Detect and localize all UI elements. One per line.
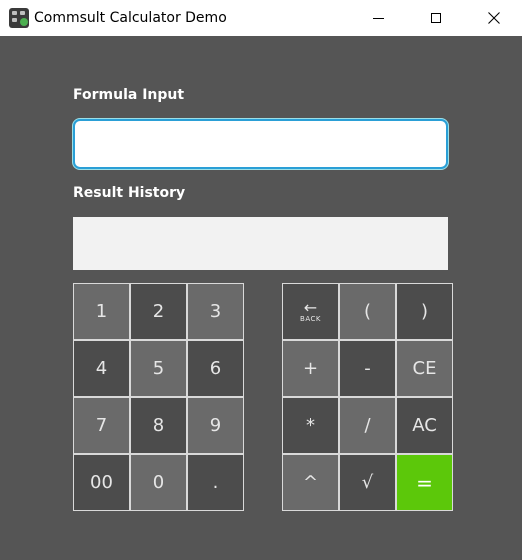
back-button[interactable]: ← BACK bbox=[282, 283, 339, 340]
key-4[interactable]: 4 bbox=[73, 340, 130, 397]
window-title: Commsult Calculator Demo bbox=[34, 10, 227, 26]
key-1[interactable]: 1 bbox=[73, 283, 130, 340]
key-5[interactable]: 5 bbox=[130, 340, 187, 397]
key-8[interactable]: 8 bbox=[130, 397, 187, 454]
title-bar: Commsult Calculator Demo bbox=[0, 0, 522, 36]
key-divide[interactable]: / bbox=[339, 397, 396, 454]
key-minus[interactable]: - bbox=[339, 340, 396, 397]
key-open-paren[interactable]: ( bbox=[339, 283, 396, 340]
formula-input[interactable] bbox=[73, 119, 448, 169]
maximize-button[interactable] bbox=[413, 0, 459, 36]
key-3[interactable]: 3 bbox=[187, 283, 244, 340]
key-2[interactable]: 2 bbox=[130, 283, 187, 340]
calculator-app-icon bbox=[9, 8, 29, 28]
key-sqrt[interactable]: √ bbox=[339, 454, 396, 511]
minimize-button[interactable] bbox=[355, 0, 401, 36]
number-pad: 1 2 3 4 5 6 7 8 9 00 0 . bbox=[73, 283, 244, 511]
key-7[interactable]: 7 bbox=[73, 397, 130, 454]
key-power[interactable]: ^ bbox=[282, 454, 339, 511]
key-6[interactable]: 6 bbox=[187, 340, 244, 397]
close-icon bbox=[488, 12, 500, 24]
close-button[interactable] bbox=[471, 0, 517, 36]
minimize-icon bbox=[372, 17, 384, 19]
key-close-paren[interactable]: ) bbox=[396, 283, 453, 340]
key-clear-entry[interactable]: CE bbox=[396, 340, 453, 397]
back-arrow-icon: ← bbox=[303, 297, 318, 317]
key-00[interactable]: 00 bbox=[73, 454, 130, 511]
key-multiply[interactable]: * bbox=[282, 397, 339, 454]
back-label: BACK bbox=[300, 314, 321, 323]
key-decimal[interactable]: . bbox=[187, 454, 244, 511]
formula-input-label: Formula Input bbox=[73, 87, 185, 103]
key-0[interactable]: 0 bbox=[130, 454, 187, 511]
result-history-box bbox=[73, 217, 448, 270]
operator-pad: ← BACK ( ) + - CE * / AC ^ √ = bbox=[282, 283, 453, 511]
key-9[interactable]: 9 bbox=[187, 397, 244, 454]
maximize-icon bbox=[431, 13, 441, 23]
key-all-clear[interactable]: AC bbox=[396, 397, 453, 454]
result-history-label: Result History bbox=[73, 185, 186, 201]
key-plus[interactable]: + bbox=[282, 340, 339, 397]
equals-button[interactable]: = bbox=[396, 454, 453, 511]
